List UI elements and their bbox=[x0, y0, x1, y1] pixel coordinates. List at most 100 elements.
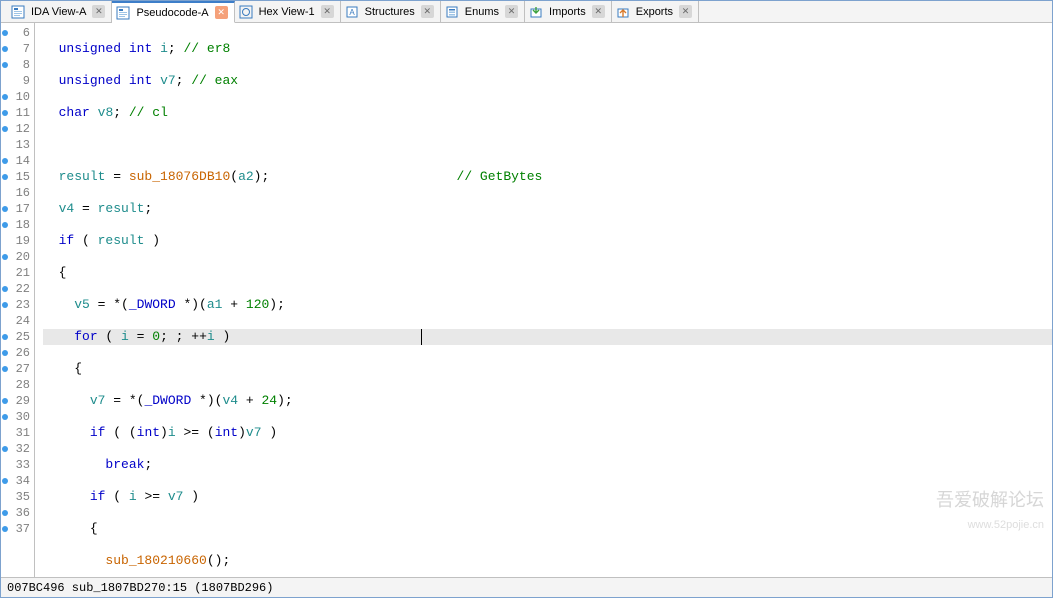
tab-structures[interactable]: A Structures ✕ bbox=[341, 1, 441, 22]
breakpoint-dot-icon[interactable] bbox=[2, 94, 8, 100]
breakpoint-dot-icon[interactable] bbox=[2, 366, 8, 372]
close-icon[interactable]: ✕ bbox=[321, 5, 334, 18]
close-icon[interactable]: ✕ bbox=[92, 5, 105, 18]
gutter-row[interactable]: 34 bbox=[1, 473, 34, 489]
close-icon[interactable]: ✕ bbox=[592, 5, 605, 18]
breakpoint-dot-icon[interactable] bbox=[2, 446, 8, 452]
gutter-row[interactable]: 14 bbox=[1, 153, 34, 169]
gutter-row[interactable]: 33 bbox=[1, 457, 34, 473]
breakpoint-dot-icon[interactable] bbox=[2, 526, 8, 532]
gutter-row[interactable]: 11 bbox=[1, 105, 34, 121]
tab-enums[interactable]: Enums ✕ bbox=[441, 1, 525, 22]
gutter-row[interactable]: 15 bbox=[1, 169, 34, 185]
breakpoint-dot-icon[interactable] bbox=[2, 110, 8, 116]
tab-label: Exports bbox=[636, 6, 673, 18]
line-number: 9 bbox=[12, 74, 30, 88]
line-number: 15 bbox=[12, 170, 30, 184]
code-view[interactable]: unsigned int i; // er8 unsigned int v7; … bbox=[35, 23, 1052, 577]
gutter-row[interactable]: 30 bbox=[1, 409, 34, 425]
breakpoint-dot-icon[interactable] bbox=[2, 302, 8, 308]
line-number: 6 bbox=[12, 26, 30, 40]
gutter-row[interactable]: 22 bbox=[1, 281, 34, 297]
tab-bar: IDA View-A ✕ Pseudocode-A ✕ Hex View-1 ✕… bbox=[1, 1, 1052, 23]
gutter-row[interactable]: 17 bbox=[1, 201, 34, 217]
line-number: 11 bbox=[12, 106, 30, 120]
close-icon[interactable]: ✕ bbox=[421, 5, 434, 18]
close-icon[interactable]: ✕ bbox=[505, 5, 518, 18]
breakpoint-dot-icon[interactable] bbox=[2, 510, 8, 516]
gutter-row[interactable]: 26 bbox=[1, 345, 34, 361]
gutter-row[interactable]: 16 bbox=[1, 185, 34, 201]
status-text: 007BC496 sub_1807BD270:15 (1807BD296) bbox=[7, 581, 273, 595]
gutter-row[interactable]: 36 bbox=[1, 505, 34, 521]
breakpoint-dot-icon[interactable] bbox=[2, 286, 8, 292]
line-number: 7 bbox=[12, 42, 30, 56]
gutter-row[interactable]: 28 bbox=[1, 377, 34, 393]
gutter-row[interactable]: 25 bbox=[1, 329, 34, 345]
breakpoint-dot-icon[interactable] bbox=[2, 334, 8, 340]
tab-ida-view[interactable]: IDA View-A ✕ bbox=[7, 1, 112, 22]
gutter-row[interactable]: 23 bbox=[1, 297, 34, 313]
tab-label: Pseudocode-A bbox=[136, 7, 208, 19]
gutter-row[interactable]: 21 bbox=[1, 265, 34, 281]
gutter-row[interactable]: 12 bbox=[1, 121, 34, 137]
gutter-row[interactable]: 18 bbox=[1, 217, 34, 233]
gutter-row[interactable]: 29 bbox=[1, 393, 34, 409]
tab-hex-view[interactable]: Hex View-1 ✕ bbox=[235, 1, 341, 22]
close-icon[interactable]: ✕ bbox=[215, 6, 228, 19]
line-number: 22 bbox=[12, 282, 30, 296]
gutter-row[interactable]: 8 bbox=[1, 57, 34, 73]
gutter-row[interactable]: 6 bbox=[1, 25, 34, 41]
gutter-row[interactable]: 20 bbox=[1, 249, 34, 265]
gutter-row[interactable]: 32 bbox=[1, 441, 34, 457]
gutter-row[interactable]: 19 bbox=[1, 233, 34, 249]
tab-exports[interactable]: Exports ✕ bbox=[612, 1, 699, 22]
editor-area: 6 789101112131415 1617181920 21 22 2324252627… bbox=[1, 23, 1052, 577]
line-number: 29 bbox=[12, 394, 30, 408]
watermark: 吾爱破解论坛www.52pojie.cn bbox=[896, 469, 1044, 555]
breakpoint-dot-icon[interactable] bbox=[2, 222, 8, 228]
gutter-row[interactable]: 13 bbox=[1, 137, 34, 153]
line-number: 16 bbox=[12, 186, 30, 200]
line-number: 33 bbox=[12, 458, 30, 472]
gutter-row[interactable]: 37 bbox=[1, 521, 34, 537]
gutter-row[interactable]: 27 bbox=[1, 361, 34, 377]
gutter-row[interactable]: 9 bbox=[1, 73, 34, 89]
line-number: 28 bbox=[12, 378, 30, 392]
ida-view-icon bbox=[11, 5, 25, 19]
gutter-row[interactable]: 7 bbox=[1, 41, 34, 57]
line-number: 35 bbox=[12, 490, 30, 504]
breakpoint-dot-icon[interactable] bbox=[2, 174, 8, 180]
breakpoint-dot-icon[interactable] bbox=[2, 206, 8, 212]
breakpoint-dot-icon[interactable] bbox=[2, 46, 8, 52]
tab-imports[interactable]: Imports ✕ bbox=[525, 1, 612, 22]
structures-icon: A bbox=[345, 5, 359, 19]
breakpoint-dot-icon[interactable] bbox=[2, 398, 8, 404]
tab-label: IDA View-A bbox=[31, 6, 86, 18]
line-number: 18 bbox=[12, 218, 30, 232]
text-caret bbox=[421, 329, 422, 345]
line-number: 21 bbox=[12, 266, 30, 280]
close-icon[interactable]: ✕ bbox=[679, 5, 692, 18]
tab-label: Imports bbox=[549, 6, 586, 18]
line-number: 31 bbox=[12, 426, 30, 440]
line-number: 20 bbox=[12, 250, 30, 264]
breakpoint-dot-icon[interactable] bbox=[2, 350, 8, 356]
breakpoint-dot-icon[interactable] bbox=[2, 158, 8, 164]
breakpoint-dot-icon[interactable] bbox=[2, 254, 8, 260]
app-window: IDA View-A ✕ Pseudocode-A ✕ Hex View-1 ✕… bbox=[0, 0, 1053, 598]
current-line: for ( i = 0; ; ++i ) bbox=[43, 329, 1052, 345]
breakpoint-dot-icon[interactable] bbox=[2, 478, 8, 484]
gutter-row[interactable]: 24 bbox=[1, 313, 34, 329]
gutter-row[interactable]: 31 bbox=[1, 425, 34, 441]
breakpoint-dot-icon[interactable] bbox=[2, 414, 8, 420]
line-number: 23 bbox=[12, 298, 30, 312]
gutter-row[interactable]: 10 bbox=[1, 89, 34, 105]
gutter-row[interactable]: 35 bbox=[1, 489, 34, 505]
breakpoint-dot-icon[interactable] bbox=[2, 62, 8, 68]
line-gutter: 6 789101112131415 1617181920 21 22 2324252627… bbox=[1, 23, 35, 577]
breakpoint-dot-icon[interactable] bbox=[2, 126, 8, 132]
tab-pseudocode[interactable]: Pseudocode-A ✕ bbox=[112, 1, 234, 23]
line-number: 25 bbox=[12, 330, 30, 344]
breakpoint-dot-icon[interactable] bbox=[2, 30, 8, 36]
